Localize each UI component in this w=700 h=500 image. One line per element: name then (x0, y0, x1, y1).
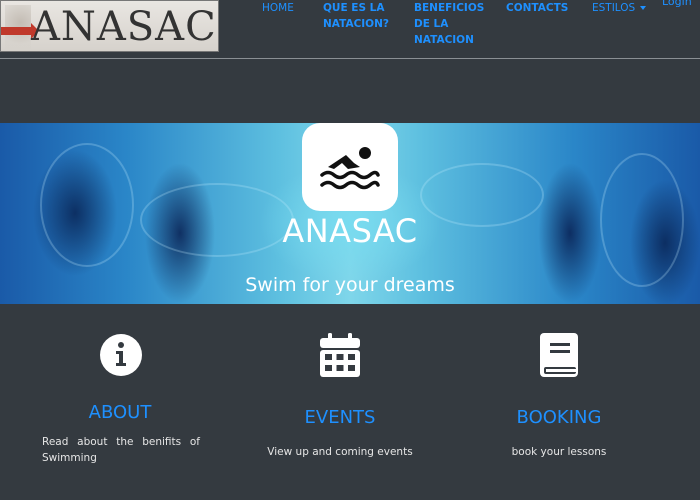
logo-arrow (1, 23, 39, 39)
nav-beneficios[interactable]: BENEFICIOS DE LA NATACION (414, 0, 489, 48)
nav-que-es-la-natacion[interactable]: QUE ES LA NATACION? (323, 0, 403, 32)
feature-about-text: Read about the benifits of Swimming (42, 436, 200, 464)
swimmer-icon (320, 147, 380, 190)
feature-about-title[interactable]: ABOUT (60, 402, 180, 423)
feature-events-title[interactable]: EVENTS (280, 407, 400, 428)
nav-login[interactable]: Login (662, 0, 692, 10)
logo-text: ANASAC (31, 4, 217, 50)
brand-logo[interactable]: ANASAC (0, 0, 219, 52)
feature-booking-title[interactable]: BOOKING (499, 407, 619, 428)
nav-estilos-label: ESTILOS (592, 2, 636, 14)
calendar-icon[interactable] (320, 333, 360, 377)
info-circle-icon[interactable] (99, 333, 143, 377)
hero-subtitle: Swim for your dreams (245, 274, 455, 296)
feature-events-text: View up and coming events (267, 446, 413, 458)
nav-contacts[interactable]: CONTACTS (506, 0, 568, 16)
nav-estilos-dropdown[interactable]: ESTILOS (592, 0, 647, 16)
caret-down-icon (640, 6, 647, 10)
swimmer-icon-tile (302, 123, 398, 211)
navbar: ANASAC HOME QUE ES LA NATACION? BENEFICI… (0, 0, 700, 59)
book-icon[interactable] (540, 333, 580, 377)
hero-title: ANASAC (282, 212, 418, 250)
feature-booking-text: book your lessons (511, 446, 607, 458)
nav-home[interactable]: HOME (262, 0, 294, 16)
